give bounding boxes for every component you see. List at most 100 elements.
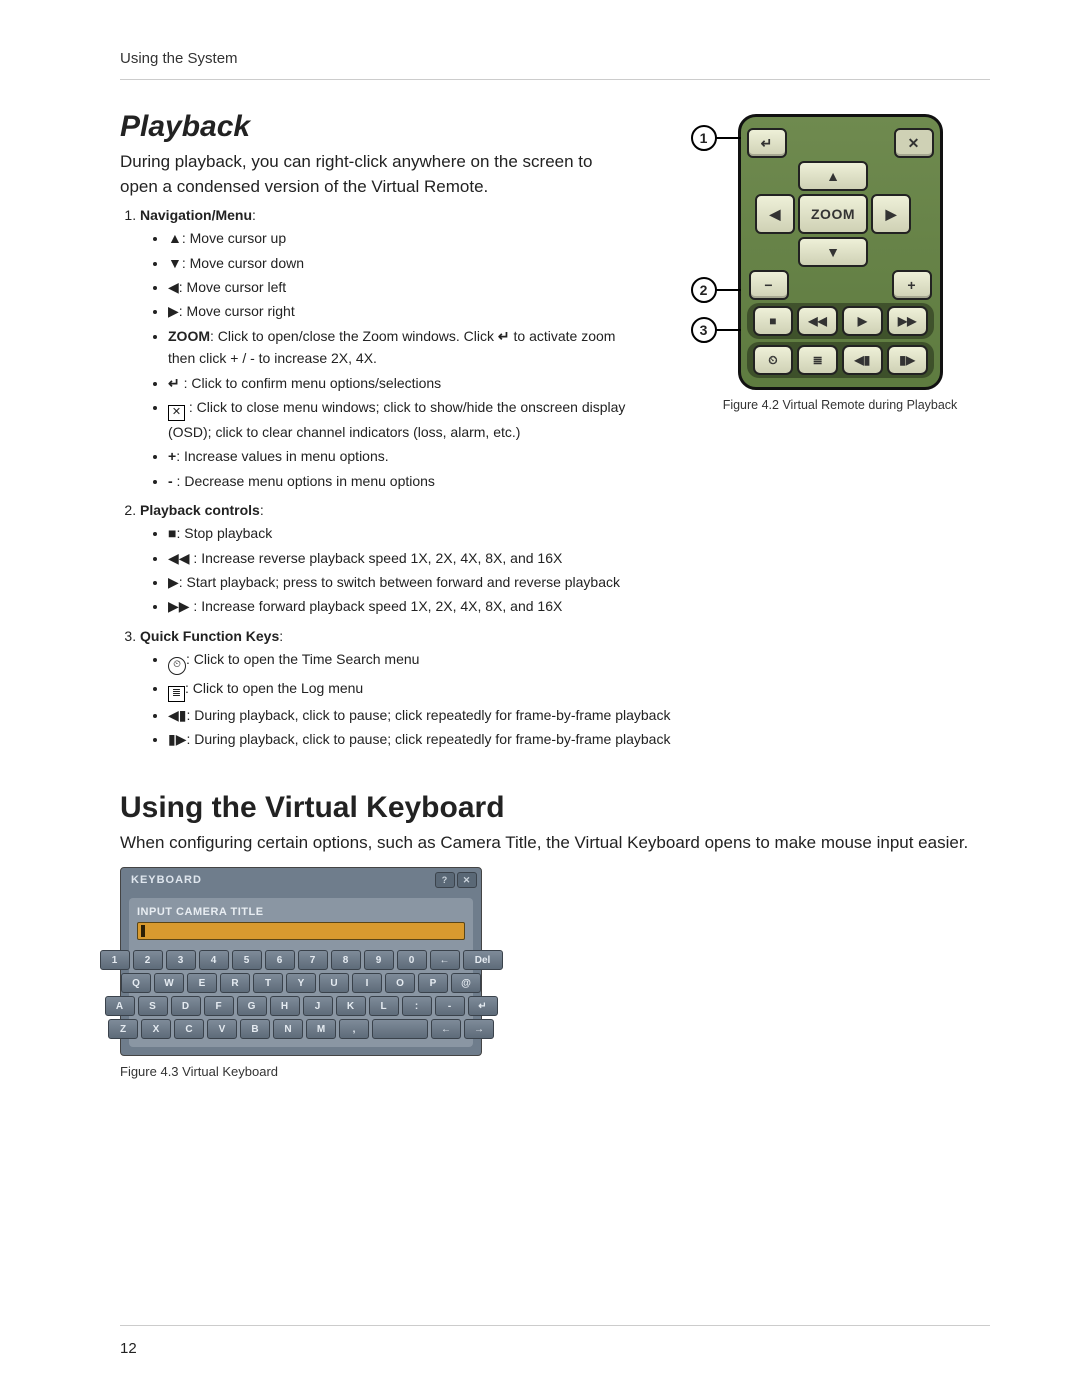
list-item: ▶: Move cursor right <box>168 300 640 322</box>
key-r[interactable]: R <box>220 973 250 993</box>
rewind-icon: ◀◀ <box>168 550 190 566</box>
key-b[interactable]: B <box>240 1019 270 1039</box>
key-l[interactable]: L <box>369 996 399 1016</box>
key-n[interactable]: N <box>273 1019 303 1039</box>
remote-caption: Figure 4.2 Virtual Remote during Playbac… <box>690 398 990 412</box>
key-z[interactable]: Z <box>108 1019 138 1039</box>
key-o[interactable]: O <box>385 973 415 993</box>
key-i[interactable]: I <box>352 973 382 993</box>
key-p[interactable]: P <box>418 973 448 993</box>
key-1[interactable]: 1 <box>100 950 130 970</box>
key-s[interactable]: S <box>138 996 168 1016</box>
key-6[interactable]: 6 <box>265 950 295 970</box>
key-h[interactable]: H <box>270 996 300 1016</box>
list-item: ↵ : Click to confirm menu options/select… <box>168 372 640 394</box>
key-7[interactable]: 7 <box>298 950 328 970</box>
key-a[interactable]: A <box>105 996 135 1016</box>
vk-field-label: INPUT CAMERA TITLE <box>137 906 465 918</box>
key-y[interactable]: Y <box>286 973 316 993</box>
key-q[interactable]: Q <box>121 973 151 993</box>
key-f[interactable]: F <box>204 996 234 1016</box>
log-icon[interactable]: ≣ <box>797 345 838 375</box>
vk-row-4: ZXCVBNM, ←→ <box>108 1019 494 1039</box>
key-x[interactable]: X <box>141 1019 171 1039</box>
key-u[interactable]: U <box>319 973 349 993</box>
up-arrow-icon[interactable]: ▲ <box>798 161 868 191</box>
key-e[interactable]: E <box>187 973 217 993</box>
left-triangle-icon: ◀ <box>168 279 179 295</box>
vk-row-1: 1234567890←Del <box>100 950 503 970</box>
key-g[interactable]: G <box>237 996 267 1016</box>
playback-controls-list: Playback controls: ■: Stop playback ◀◀ :… <box>120 502 990 750</box>
key-j[interactable]: J <box>303 996 333 1016</box>
key-c[interactable]: C <box>174 1019 204 1039</box>
stop-icon[interactable]: ■ <box>753 306 794 336</box>
enter-icon[interactable]: ↵ <box>747 128 787 158</box>
key-k[interactable]: K <box>336 996 366 1016</box>
play-icon[interactable]: ▶ <box>842 306 883 336</box>
key-↵[interactable]: ↵ <box>468 996 498 1016</box>
key-,[interactable]: , <box>339 1019 369 1039</box>
key-4[interactable]: 4 <box>199 950 229 970</box>
key-@[interactable]: @ <box>451 973 481 993</box>
minus-button[interactable]: − <box>749 270 789 300</box>
zoom-button[interactable]: ZOOM <box>798 194 868 234</box>
key-del[interactable]: Del <box>463 950 503 970</box>
list-item: ▶▶ : Increase forward playback speed 1X,… <box>168 595 990 617</box>
rewind-icon[interactable]: ◀◀ <box>797 306 838 336</box>
fast-forward-icon: ▶▶ <box>168 598 190 614</box>
step-back-icon[interactable]: ◀▮ <box>842 345 883 375</box>
ffwd-icon[interactable]: ▶▶ <box>887 306 928 336</box>
key-2[interactable]: 2 <box>133 950 163 970</box>
plus-button[interactable]: + <box>892 270 932 300</box>
down-triangle-icon: ▼ <box>168 255 182 271</box>
vk-text-input[interactable] <box>137 922 465 940</box>
key-8[interactable]: 8 <box>331 950 361 970</box>
list-item: ◀: Move cursor left <box>168 276 640 298</box>
list-title-playback: Playback controls <box>140 502 260 518</box>
list-item: ■: Stop playback <box>168 522 990 544</box>
virtual-keyboard-intro: When configuring certain options, such a… <box>120 831 990 856</box>
right-arrow-icon[interactable]: ▶ <box>871 194 911 234</box>
key-w[interactable]: W <box>154 973 184 993</box>
vk-caption: Figure 4.3 Virtual Keyboard <box>120 1064 990 1079</box>
running-header: Using the System <box>120 50 990 80</box>
virtual-keyboard-figure: KEYBOARD ? ✕ INPUT CAMERA TITLE 12345678… <box>120 867 482 1056</box>
frame-back-icon: ◀▮ <box>168 707 186 723</box>
step-fwd-icon[interactable]: ▮▶ <box>887 345 928 375</box>
key-v[interactable]: V <box>207 1019 237 1039</box>
list-item: ▼: Move cursor down <box>168 252 640 274</box>
function-strip: ⏲ ≣ ◀▮ ▮▶ <box>747 342 934 378</box>
key-→[interactable]: → <box>464 1019 494 1039</box>
key-3[interactable]: 3 <box>166 950 196 970</box>
left-arrow-icon[interactable]: ◀ <box>755 194 795 234</box>
key-t[interactable]: T <box>253 973 283 993</box>
vk-row-3: ASDFGHJKL:-↵ <box>105 996 498 1016</box>
enter-icon: ↵ <box>498 328 510 344</box>
up-triangle-icon: ▲ <box>168 230 182 246</box>
key-5[interactable]: 5 <box>232 950 262 970</box>
time-search-circle-icon: ⏲ <box>168 657 186 675</box>
time-search-icon[interactable]: ⏲ <box>753 345 794 375</box>
key-␣[interactable] <box>372 1019 428 1039</box>
callout-1: 1 <box>691 125 717 151</box>
key-:[interactable]: : <box>402 996 432 1016</box>
key--[interactable]: - <box>435 996 465 1016</box>
playback-strip: ■ ◀◀ ▶ ▶▶ <box>747 303 934 339</box>
right-triangle-icon: ▶ <box>168 303 179 319</box>
key-←[interactable]: ← <box>431 1019 461 1039</box>
page-number: 12 <box>120 1340 137 1357</box>
list-title-nav: Navigation/Menu <box>140 207 252 223</box>
key-0[interactable]: 0 <box>397 950 427 970</box>
key-←[interactable]: ← <box>430 950 460 970</box>
key-m[interactable]: M <box>306 1019 336 1039</box>
window-close-icon[interactable]: ✕ <box>457 872 477 888</box>
list-item: ▶: Start playback; press to switch betwe… <box>168 571 990 593</box>
help-icon[interactable]: ? <box>435 872 455 888</box>
key-d[interactable]: D <box>171 996 201 1016</box>
callout-3: 3 <box>691 317 717 343</box>
close-icon[interactable]: ✕ <box>894 128 934 158</box>
key-9[interactable]: 9 <box>364 950 394 970</box>
remote-figure: 1 2 3 ↵ ✕ ▲ ◀ ZOOM ▶ ▼ <box>690 114 990 412</box>
down-arrow-icon[interactable]: ▼ <box>798 237 868 267</box>
